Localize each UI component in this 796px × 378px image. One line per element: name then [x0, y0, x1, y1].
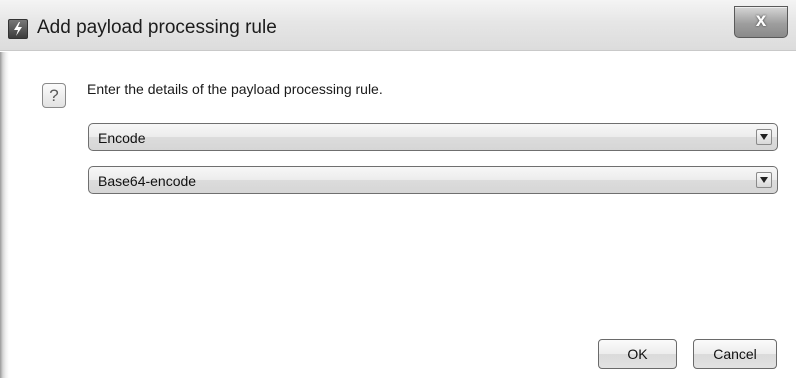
window-title: Add payload processing rule [37, 17, 277, 38]
close-icon: x [755, 10, 767, 31]
rule-type-value: Encode [98, 130, 146, 146]
ok-button[interactable]: OK [598, 339, 677, 369]
rule-type-dropdown[interactable]: Encode [88, 123, 778, 151]
app-bolt-icon [8, 19, 28, 39]
help-question-icon: ? [42, 83, 66, 108]
instruction-text: Enter the details of the payload process… [87, 81, 383, 97]
close-button[interactable]: x [734, 6, 788, 38]
encoding-value: Base64-encode [98, 173, 197, 189]
title-bar[interactable]: Add payload processing rule x [0, 0, 796, 51]
dropdown-arrow-icon[interactable] [756, 129, 772, 145]
cancel-button[interactable]: Cancel [693, 339, 777, 369]
encoding-dropdown[interactable]: Base64-encode [88, 166, 778, 194]
dropdown-arrow-icon[interactable] [756, 172, 772, 188]
add-payload-rule-dialog: Add payload processing rule x ? Enter th… [0, 0, 796, 378]
window-edge [0, 52, 9, 378]
